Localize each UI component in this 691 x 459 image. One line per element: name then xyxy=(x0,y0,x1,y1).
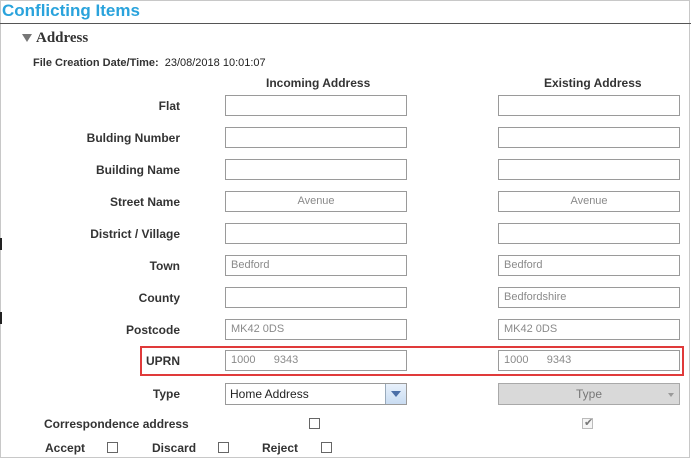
incoming-column-header: Incoming Address xyxy=(266,76,371,90)
file-creation-info: File Creation Date/Time: 23/08/2018 10:01… xyxy=(33,57,266,69)
town-label: Town xyxy=(149,259,180,273)
incoming-county-field[interactable] xyxy=(225,287,407,308)
incoming-street-name-field[interactable]: Avenue xyxy=(225,191,407,212)
incoming-type-value: Home Address xyxy=(230,387,309,401)
incoming-correspondence-checkbox[interactable] xyxy=(309,418,320,429)
incoming-town-field[interactable]: Bedford xyxy=(225,255,407,276)
existing-column-header: Existing Address xyxy=(544,76,642,90)
existing-district-field[interactable] xyxy=(498,223,680,244)
existing-correspondence-checkbox: ✔ xyxy=(582,417,594,429)
reject-label: Reject xyxy=(262,441,299,455)
flat-label: Flat xyxy=(158,99,180,113)
postcode-label: Postcode xyxy=(125,323,180,337)
existing-type-select: Type xyxy=(498,383,680,405)
file-creation-label: File Creation Date/Time: xyxy=(33,57,159,69)
street-name-label: Street Name xyxy=(109,195,180,209)
existing-street-name-field[interactable]: Avenue xyxy=(498,191,680,212)
accept-label: Accept xyxy=(45,441,86,455)
incoming-district-field[interactable] xyxy=(225,223,407,244)
existing-type-placeholder: Type xyxy=(575,387,602,401)
accept-checkbox[interactable] xyxy=(107,442,118,453)
incoming-building-number-field[interactable] xyxy=(225,127,407,148)
type-label: Type xyxy=(152,387,180,401)
building-name-label: Building Name xyxy=(95,163,180,177)
file-creation-value: 23/08/2018 10:01:07 xyxy=(164,57,266,69)
address-section-toggle[interactable]: Address xyxy=(22,30,88,47)
existing-town-field[interactable]: Bedford xyxy=(498,255,680,276)
uprn-label: UPRN xyxy=(145,354,180,368)
left-edge-marker xyxy=(0,238,2,250)
building-number-label: Bulding Number xyxy=(86,131,180,145)
existing-building-name-field[interactable] xyxy=(498,159,680,180)
discard-label: Discard xyxy=(152,441,197,455)
existing-postcode-field[interactable]: MK42 0DS xyxy=(498,319,680,340)
left-edge-marker xyxy=(0,312,2,324)
dialog-title: Conflicting Items xyxy=(2,1,140,20)
county-label: County xyxy=(138,291,180,305)
existing-uprn-field[interactable]: 1000 9343 xyxy=(498,350,680,371)
existing-county-field[interactable]: Bedfordshire xyxy=(498,287,680,308)
checkmark-icon: ✔ xyxy=(584,417,594,429)
incoming-building-name-field[interactable] xyxy=(225,159,407,180)
title-divider xyxy=(0,23,691,24)
correspondence-address-label: Correspondence address xyxy=(44,417,189,431)
incoming-postcode-field[interactable]: MK42 0DS xyxy=(225,319,407,340)
existing-building-number-field[interactable] xyxy=(498,127,680,148)
chevron-down-icon[interactable] xyxy=(385,384,406,404)
incoming-uprn-field[interactable]: 1000 9343 xyxy=(225,350,407,371)
discard-checkbox[interactable] xyxy=(218,442,229,453)
incoming-type-select[interactable]: Home Address xyxy=(225,383,407,405)
section-title: Address xyxy=(36,30,89,46)
district-village-label: District / Village xyxy=(90,227,180,241)
collapse-triangle-icon[interactable] xyxy=(22,33,32,42)
existing-flat-field[interactable] xyxy=(498,95,680,116)
caret-down-icon xyxy=(668,393,674,397)
incoming-flat-field[interactable] xyxy=(225,95,407,116)
reject-checkbox[interactable] xyxy=(321,442,332,453)
